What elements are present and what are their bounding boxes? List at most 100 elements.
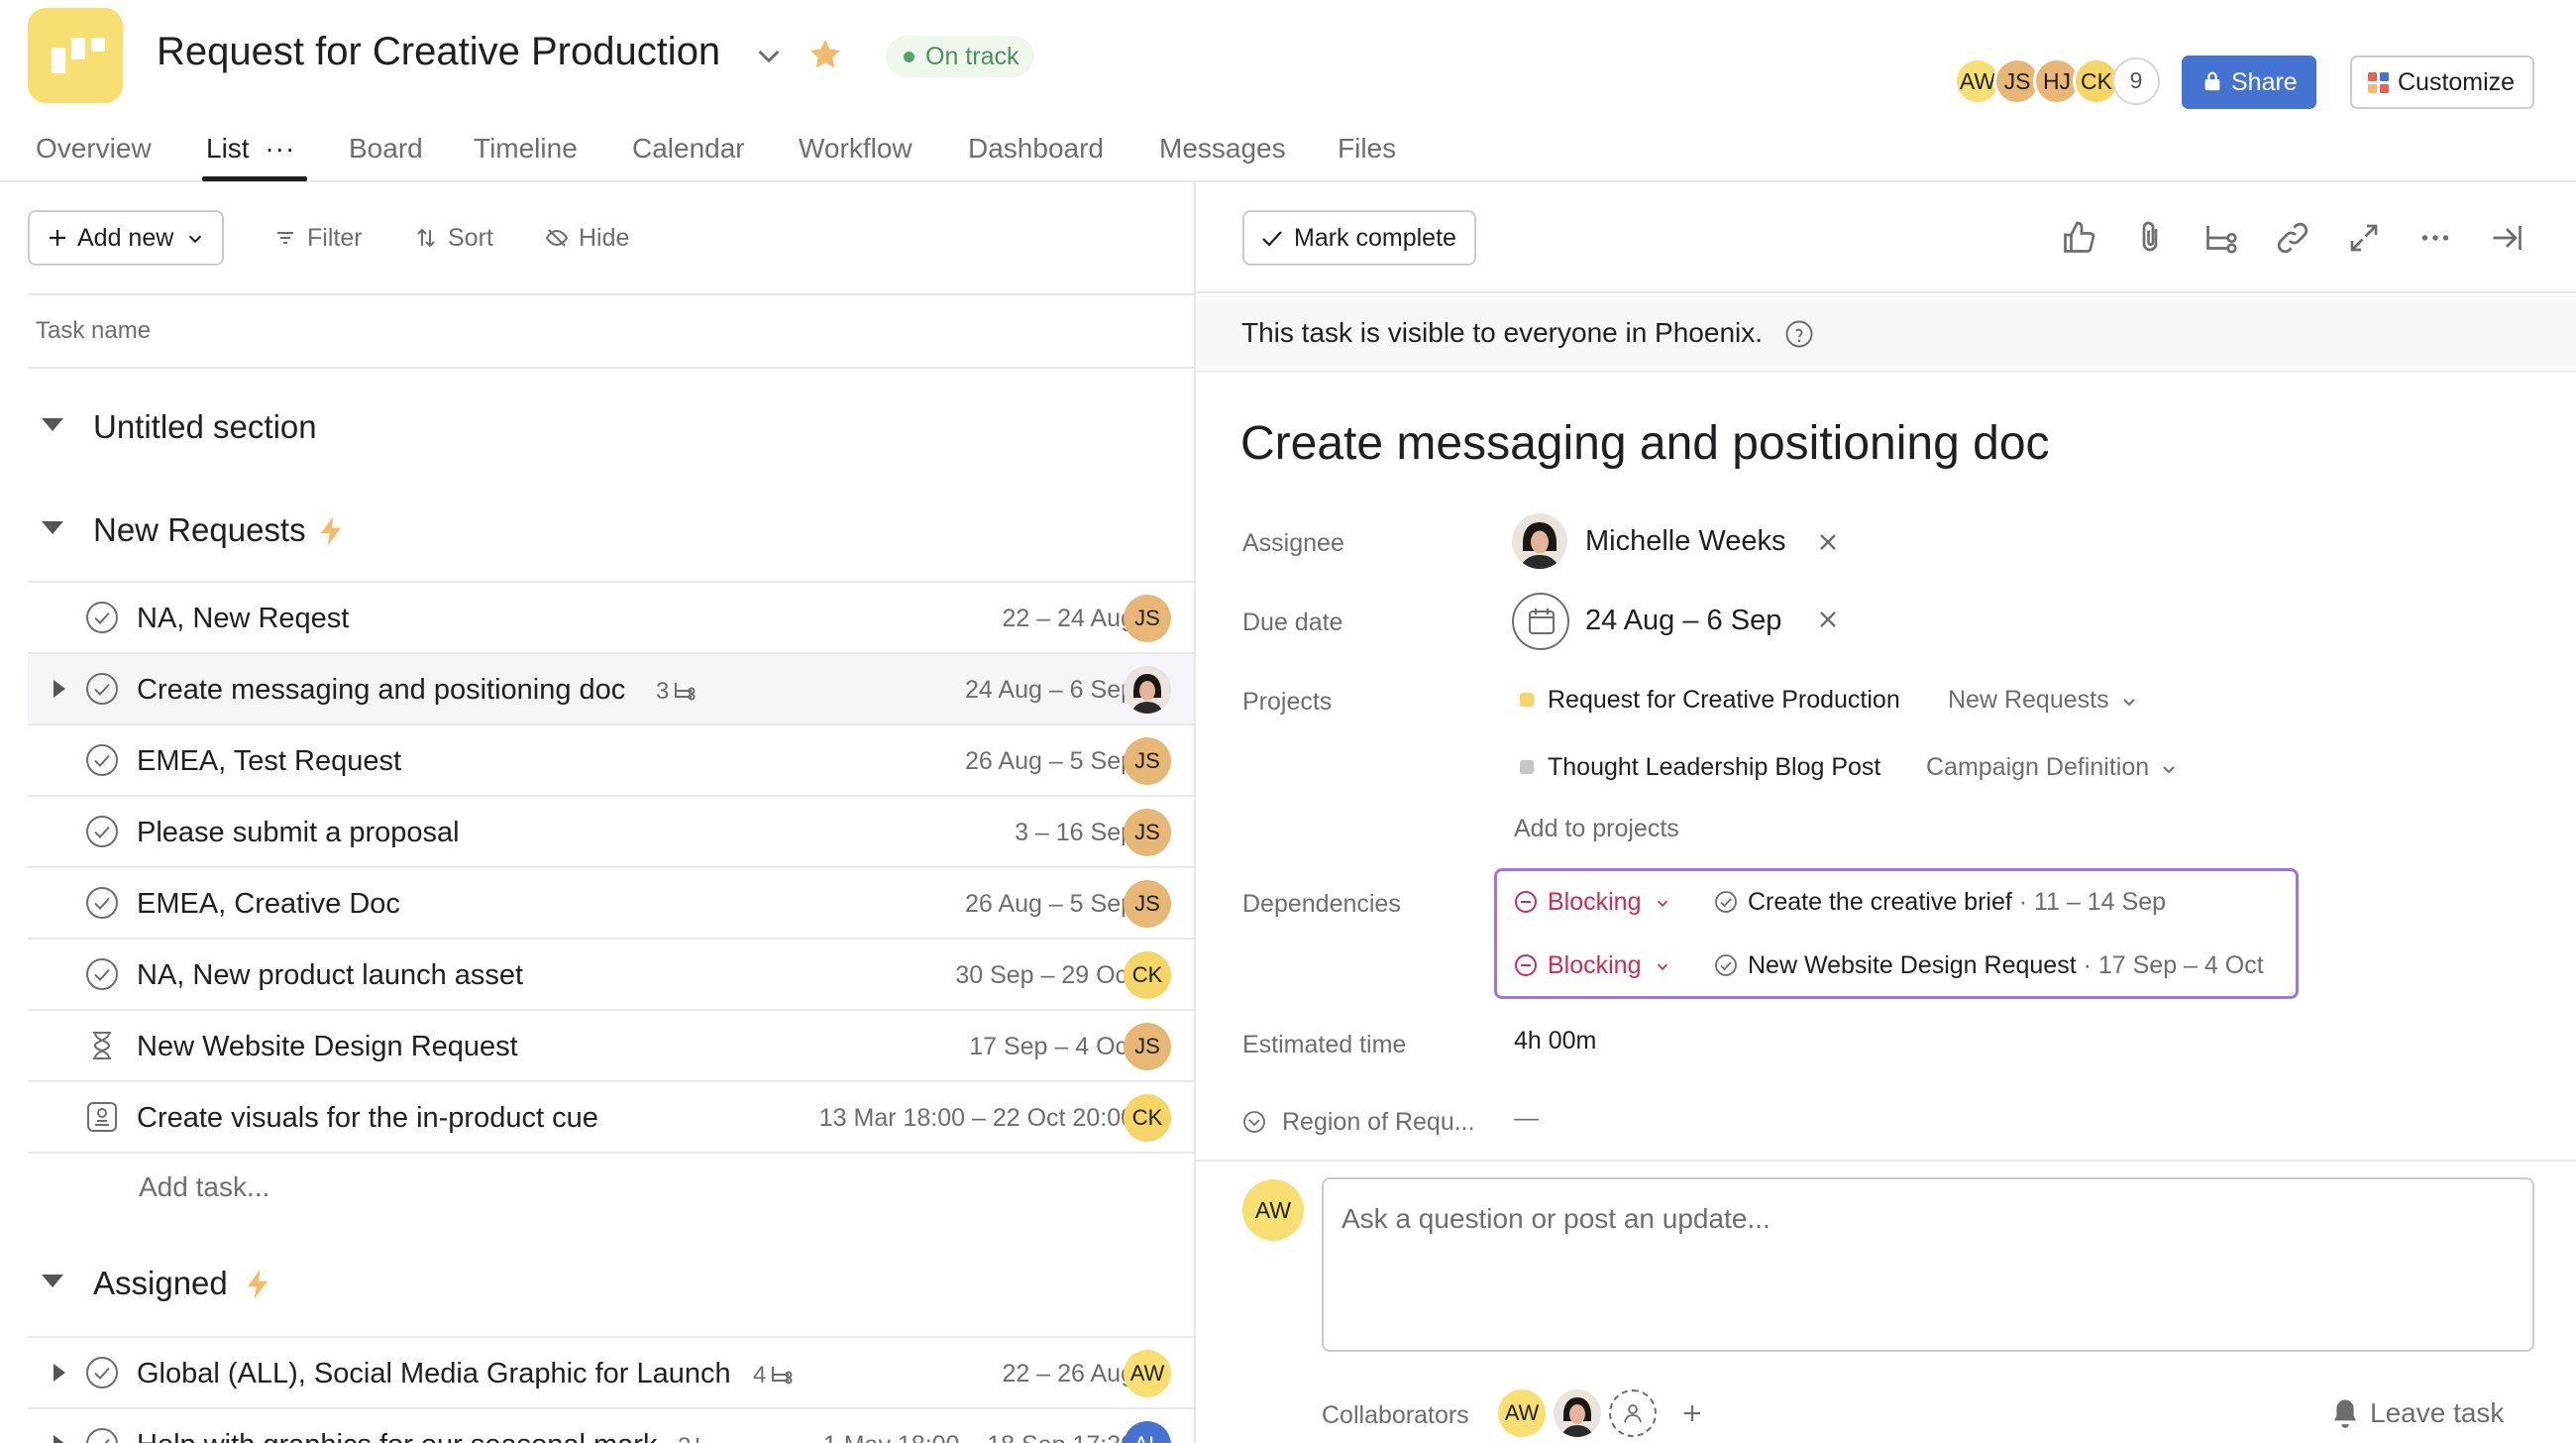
tab-files[interactable]: Files [1338,133,1396,165]
plus-icon[interactable] [1680,1401,1704,1425]
task-name[interactable]: Create messaging and positioning doc [137,674,625,707]
table-row[interactable]: EMEA, Creative Doc 26 Aug – 5 Sep JS [28,866,1194,938]
close-icon[interactable] [1817,609,1839,630]
assignee-name[interactable]: Michelle Weeks [1585,525,1786,558]
avatar[interactable]: CK [1124,1094,1171,1142]
dependency-task[interactable]: Create the creative brief · 11 – 14 Sep [1714,888,2166,917]
tab-overview[interactable]: Overview [36,133,152,165]
task-name[interactable]: EMEA, Creative Doc [137,888,400,921]
avatar[interactable]: JS [1124,809,1171,856]
check-circle-icon[interactable] [85,601,119,634]
section-untitled[interactable]: Untitled section [28,398,1194,458]
due-date-value[interactable]: 24 Aug – 6 Sep [1585,605,1781,637]
lightning-bolt-icon[interactable] [317,515,345,547]
due-date-picker[interactable] [1512,593,1569,650]
task-name[interactable]: EMEA, Test Request [137,745,401,778]
lightning-bolt-icon[interactable] [244,1269,271,1300]
check-circle-icon[interactable] [85,815,119,848]
tab-list[interactable]: List ··· [206,133,295,165]
add-new-button[interactable]: Add new [28,210,224,266]
paperclip-icon[interactable] [2132,220,2168,256]
task-dates[interactable]: 22 – 26 Aug [1003,1360,1134,1388]
customize-button[interactable]: Customize [2350,56,2534,109]
avatar[interactable]: AW [1124,1350,1171,1397]
expand-icon[interactable] [2346,220,2382,256]
task-title[interactable]: Create messaging and positioning doc [1240,416,2050,471]
table-row[interactable]: EMEA, Test Request 26 Aug – 5 Sep JS [28,723,1194,795]
task-name[interactable]: Please submit a proposal [137,817,460,849]
expand-subtasks-icon[interactable] [54,680,65,698]
assignee-avatar[interactable] [1512,513,1567,569]
tab-workflow[interactable]: Workflow [799,133,912,165]
help-icon[interactable] [1784,319,1814,349]
project-icon[interactable] [28,8,123,103]
link-icon[interactable] [2275,220,2310,256]
member-count[interactable]: 9 [2112,57,2160,105]
task-name[interactable]: Create visuals for the in-product cue [137,1102,598,1135]
close-icon[interactable] [1817,531,1839,553]
task-dates[interactable]: 30 Sep – 29 Oct [955,961,1134,990]
more-options-icon[interactable] [2417,220,2453,256]
comment-input[interactable]: Ask a question or post an update... [1322,1177,2534,1352]
table-row[interactable]: NA, New Reqest 22 – 24 Aug JS [28,581,1194,652]
task-name[interactable]: Global (ALL), Social Media Graphic for L… [137,1358,731,1390]
region-field-value[interactable]: — [1514,1104,1539,1133]
collapse-triangle-icon[interactable] [42,1275,63,1287]
hide-button[interactable]: Hide [545,224,629,253]
table-row[interactable]: Help with graphics for our seasonal mark… [28,1407,1194,1443]
column-task-name[interactable]: Task name [36,317,151,345]
avatar-photo[interactable] [1554,1389,1601,1437]
thumbs-up-icon[interactable] [2061,220,2096,256]
avatar[interactable]: AW [1498,1389,1546,1437]
task-name[interactable]: NA, New product launch asset [137,959,523,992]
dependency-task[interactable]: New Website Design Request · 17 Sep – 4 … [1714,951,2264,980]
expand-subtasks-icon[interactable] [54,1364,65,1382]
section-name[interactable]: Untitled section [93,408,317,446]
task-dates[interactable]: 13 Mar 18:00 – 22 Oct 20:00 [819,1104,1134,1133]
task-dates[interactable]: 1 May 18:00 – 18 Sep 17:30 [823,1431,1134,1443]
tab-board[interactable]: Board [349,133,423,165]
section-new-requests[interactable]: New Requests [28,501,1194,561]
table-row[interactable]: Please submit a proposal 3 – 16 Sep JS [28,795,1194,866]
collapse-triangle-icon[interactable] [42,418,63,431]
task-dates[interactable]: 24 Aug – 6 Sep [965,676,1134,705]
task-dates[interactable]: 3 – 16 Sep [1015,819,1134,847]
expand-subtasks-icon[interactable] [54,1435,65,1443]
tab-messages[interactable]: Messages [1159,133,1286,165]
more-options-icon[interactable]: ··· [265,133,295,164]
subtask-icon[interactable] [2203,220,2239,256]
table-row[interactable]: NA, New product launch asset 30 Sep – 29… [28,938,1194,1009]
subtask-count[interactable]: 4 [753,1362,794,1389]
dependency-relation-dropdown[interactable]: Blocking [1514,888,1671,917]
avatar[interactable]: AL [1124,1421,1171,1443]
project-name[interactable]: Request for Creative Production [1548,686,1900,715]
avatar[interactable]: JS [1124,880,1171,928]
star-icon[interactable] [806,36,844,73]
section-name[interactable]: New Requests [93,511,306,549]
task-name[interactable]: Help with graphics for our seasonal mark [137,1429,657,1443]
section-name[interactable]: Assigned [93,1265,228,1302]
avatar[interactable]: CK [1124,951,1171,999]
subtask-count[interactable]: 2 [678,1433,718,1443]
task-name[interactable]: New Website Design Request [137,1031,518,1063]
table-row[interactable]: Global (ALL), Social Media Graphic for L… [28,1336,1194,1407]
estimated-time-value[interactable]: 4h 00m [1514,1027,1596,1055]
check-circle-icon[interactable] [85,672,119,706]
add-task-link[interactable]: Add task... [139,1171,269,1203]
check-circle-icon[interactable] [85,886,119,920]
table-row[interactable]: Create visuals for the in-product cue 13… [28,1080,1194,1152]
leave-task-button[interactable]: Leave task [2330,1397,2504,1429]
check-circle-icon[interactable] [85,1427,119,1443]
task-dates[interactable]: 26 Aug – 5 Sep [965,890,1134,919]
hourglass-icon[interactable] [85,1029,119,1062]
share-button[interactable]: Share [2182,56,2316,109]
project-name[interactable]: Thought Leadership Blog Post [1548,753,1880,782]
table-row[interactable]: Create messaging and positioning doc 3 2… [28,652,1194,723]
project-title[interactable]: Request for Creative Production [157,30,720,74]
dependency-relation-dropdown[interactable]: Blocking [1514,951,1671,980]
sort-button[interactable]: Sort [414,224,493,253]
task-dates[interactable]: 26 Aug – 5 Sep [965,747,1134,776]
check-circle-icon[interactable] [85,743,119,777]
mark-complete-button[interactable]: Mark complete [1242,210,1476,266]
avatar-photo[interactable] [1124,666,1171,714]
